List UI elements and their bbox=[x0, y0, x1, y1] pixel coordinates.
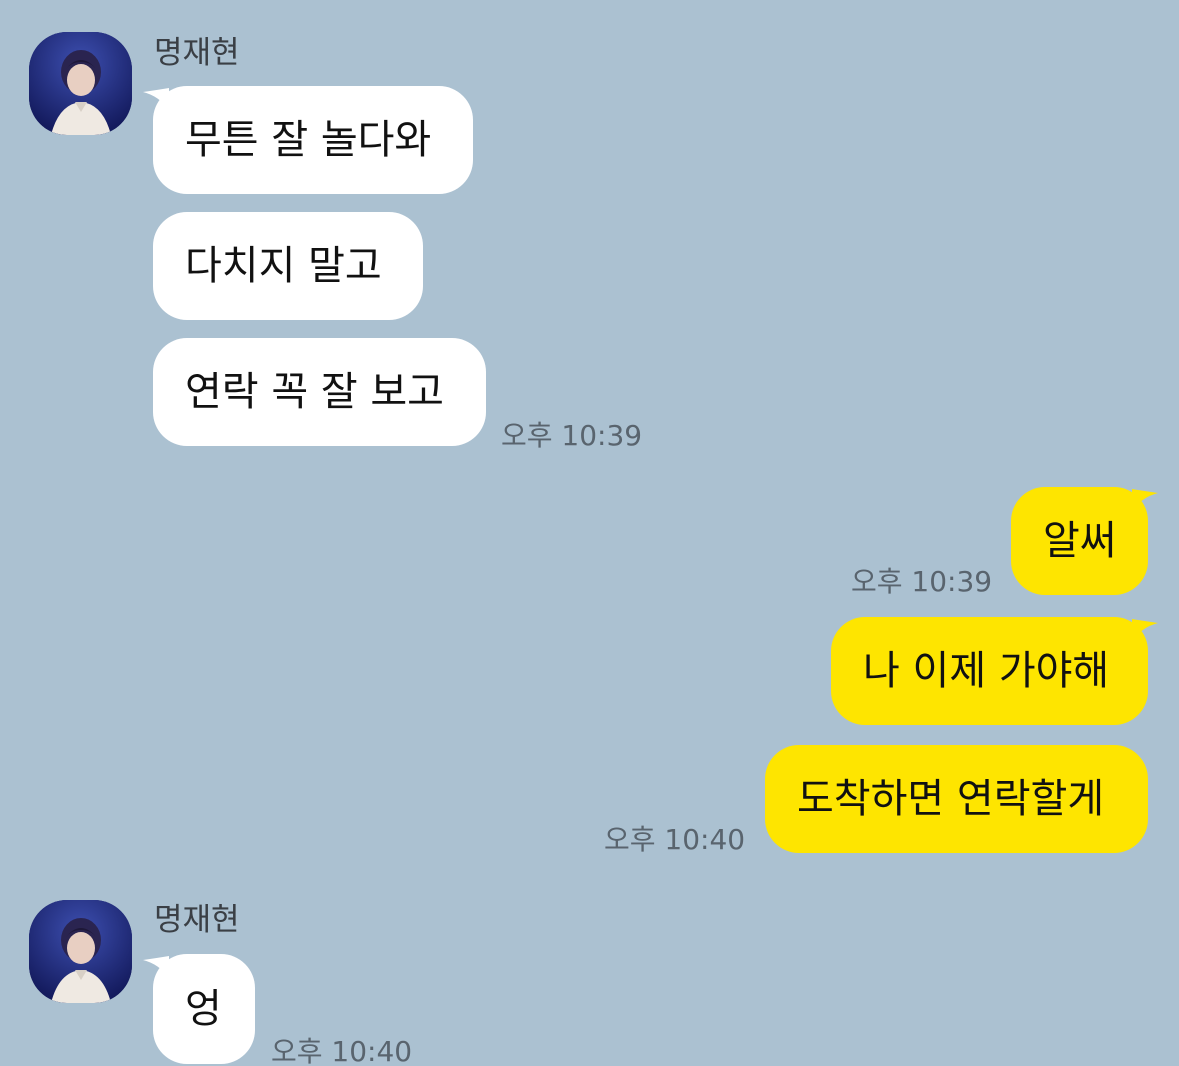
message-bubble[interactable]: 무튼 잘 놀다와 bbox=[153, 86, 473, 194]
message-bubble[interactable]: 엉 bbox=[153, 954, 255, 1064]
message-bubble[interactable]: 알써 bbox=[1011, 487, 1148, 595]
message-bubble[interactable]: 나 이제 가야해 bbox=[831, 617, 1148, 725]
chat-room: 명재현 무튼 잘 놀다와 다치지 말고 연락 꼭 잘 보고 오후 10:39 알… bbox=[0, 0, 1179, 1066]
message-timestamp: 오후 10:40 bbox=[604, 823, 746, 856]
message-bubble[interactable]: 연락 꼭 잘 보고 bbox=[153, 338, 486, 446]
avatar[interactable] bbox=[29, 900, 132, 1003]
avatar[interactable] bbox=[29, 32, 132, 135]
sender-name: 명재현 bbox=[154, 902, 240, 938]
message-bubble[interactable]: 도착하면 연락할게 bbox=[765, 745, 1148, 853]
profile-photo-icon bbox=[29, 32, 132, 135]
sender-name: 명재현 bbox=[154, 35, 240, 71]
message-timestamp: 오후 10:40 bbox=[271, 1035, 413, 1066]
message-bubble[interactable]: 다치지 말고 bbox=[153, 212, 423, 320]
message-timestamp: 오후 10:39 bbox=[501, 419, 643, 452]
message-timestamp: 오후 10:39 bbox=[851, 565, 993, 598]
profile-photo-icon bbox=[29, 900, 132, 1003]
